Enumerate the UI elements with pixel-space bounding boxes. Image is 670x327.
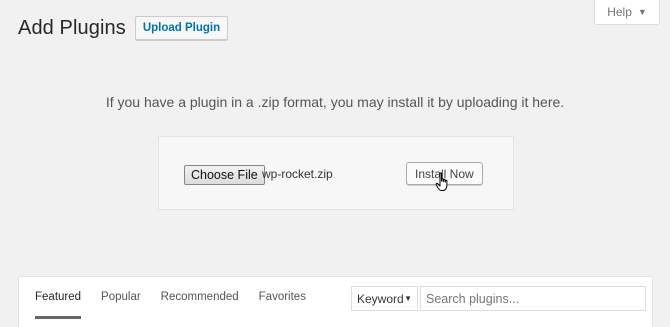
upload-form: Choose File wp-rocket.zip Install Now bbox=[158, 136, 514, 210]
help-label: Help bbox=[607, 5, 632, 19]
page-title: Add Plugins bbox=[18, 16, 126, 39]
plugin-filter-tabs: Featured Popular Recommended Favorites bbox=[35, 277, 326, 327]
tab-popular[interactable]: Popular bbox=[101, 277, 141, 319]
plugin-filter-bar: Featured Popular Recommended Favorites K… bbox=[18, 276, 653, 327]
tab-featured[interactable]: Featured bbox=[35, 277, 82, 319]
tab-recommended[interactable]: Recommended bbox=[161, 277, 239, 319]
page-header: Add Plugins Upload Plugin bbox=[18, 16, 229, 40]
select-arrow-icon: ▼ bbox=[404, 294, 412, 303]
choose-file-button[interactable]: Choose File bbox=[184, 165, 265, 185]
caret-down-icon: ▼ bbox=[637, 7, 647, 17]
selected-file-name: wp-rocket.zip bbox=[262, 167, 333, 181]
search-plugins-input[interactable] bbox=[420, 286, 646, 311]
search-type-value: Keyword bbox=[357, 291, 404, 306]
tab-favorites[interactable]: Favorites bbox=[259, 277, 306, 319]
hand-cursor-icon bbox=[435, 172, 448, 191]
search-type-select[interactable]: Keyword ▼ bbox=[351, 286, 418, 311]
upload-plugin-button[interactable]: Upload Plugin bbox=[134, 16, 229, 40]
upload-info-text: If you have a plugin in a .zip format, y… bbox=[105, 94, 565, 110]
help-tab-button[interactable]: Help ▼ bbox=[594, 0, 660, 25]
